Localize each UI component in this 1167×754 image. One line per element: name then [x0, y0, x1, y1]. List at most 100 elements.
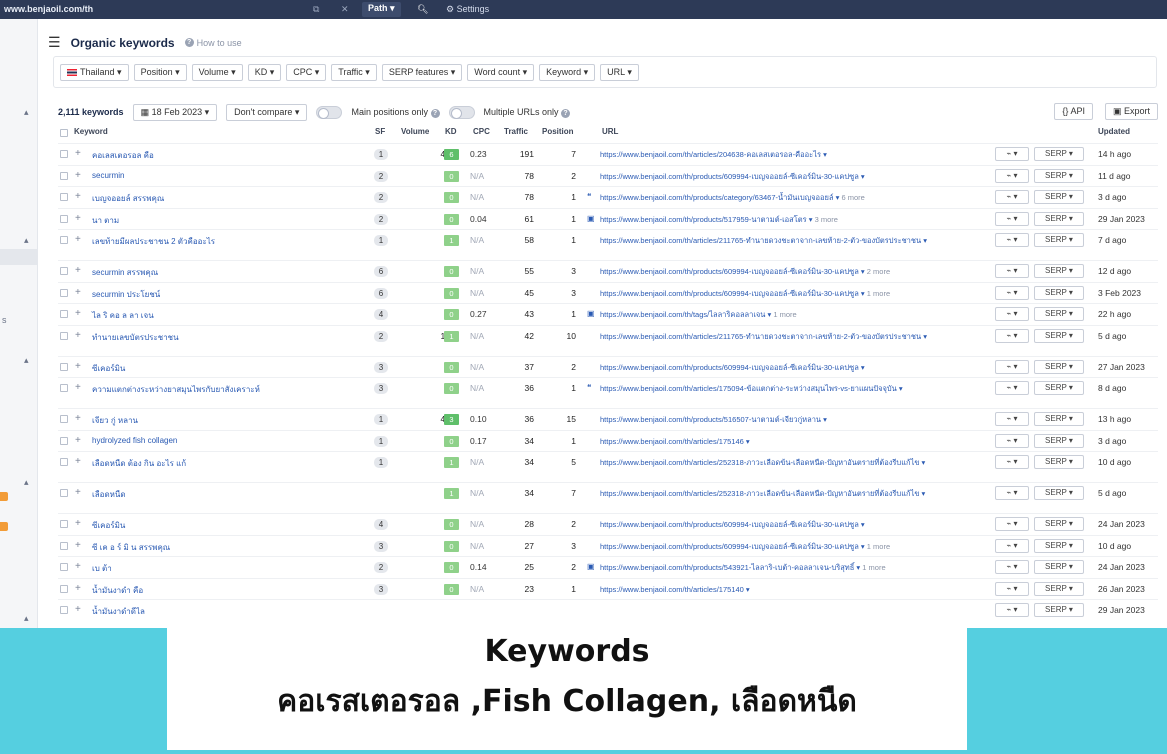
trend-chart-button[interactable]: ⌁ ▾	[995, 412, 1029, 426]
col-traffic[interactable]: Traffic	[504, 127, 528, 136]
url-text[interactable]: https://www.benjaoil.com/th/products/609…	[600, 289, 865, 298]
keyword-link[interactable]: ซีเคอร์มิน	[92, 519, 125, 532]
serp-dropdown[interactable]: SERP ▾	[1034, 603, 1084, 617]
url-text[interactable]: https://www.benjaoil.com/th/articles/252…	[600, 489, 925, 498]
trend-chart-button[interactable]: ⌁ ▾	[995, 486, 1029, 500]
filter-traffic[interactable]: Traffic ▾	[331, 64, 377, 81]
keyword-link[interactable]: เลขท้ายมีผลประชาชน 2 ตัวคืออะไร	[92, 235, 215, 248]
close-icon[interactable]: ✕	[341, 4, 349, 15]
more-urls-link[interactable]: 1 more	[773, 310, 796, 319]
add-to-list-icon[interactable]: +	[75, 561, 81, 572]
ranking-url-link[interactable]: https://www.benjaoil.com/th/articles/204…	[600, 149, 1000, 160]
row-checkbox[interactable]	[60, 584, 68, 593]
keyword-link[interactable]: นา ตาม	[92, 214, 119, 227]
add-to-list-icon[interactable]: +	[75, 518, 81, 529]
keyword-link[interactable]: เลือดหนืด	[92, 488, 126, 501]
add-to-list-icon[interactable]: +	[75, 213, 81, 224]
add-to-list-icon[interactable]: +	[75, 191, 81, 202]
add-to-list-icon[interactable]: +	[75, 583, 81, 594]
row-checkbox[interactable]	[60, 150, 68, 158]
serp-dropdown[interactable]: SERP ▾	[1034, 581, 1084, 596]
keyword-link[interactable]: คอเลสเตอรอล คือ	[92, 149, 154, 162]
row-checkbox[interactable]	[60, 520, 68, 528]
col-kd[interactable]: KD	[445, 127, 457, 136]
keyword-link[interactable]: เบญจออยล์ สรรพคุณ	[92, 192, 164, 205]
trend-chart-button[interactable]: ⌁ ▾	[995, 581, 1029, 596]
row-checkbox[interactable]	[60, 563, 68, 571]
trend-chart-button[interactable]: ⌁ ▾	[995, 211, 1029, 226]
trend-chart-button[interactable]: ⌁ ▾	[995, 233, 1029, 247]
url-text[interactable]: https://www.benjaoil.com/th/tags/ไลลาริค…	[600, 310, 771, 319]
ranking-url-link[interactable]: https://www.benjaoil.com/th/articles/175…	[600, 436, 1000, 447]
serp-dropdown[interactable]: SERP ▾	[1034, 486, 1084, 500]
trend-chart-button[interactable]: ⌁ ▾	[995, 168, 1029, 183]
filter-word-count[interactable]: Word count ▾	[467, 64, 535, 81]
table-row[interactable]: +securmin ประโยชน์63500N/A453https://www…	[58, 281, 1158, 304]
trend-chart-button[interactable]: ⌁ ▾	[995, 328, 1029, 343]
table-row[interactable]: +hydrolyzed fish collagen110000.17341htt…	[58, 429, 1158, 452]
row-checkbox[interactable]	[60, 310, 68, 318]
add-to-list-icon[interactable]: +	[75, 148, 81, 159]
keyword-link[interactable]: ซีเคอร์มิน	[92, 362, 125, 375]
col-keyword[interactable]: Keyword	[74, 127, 108, 136]
url-text[interactable]: https://www.benjaoil.com/th/products/609…	[600, 520, 865, 529]
row-checkbox[interactable]	[60, 267, 68, 275]
keyword-link[interactable]: ความแตกต่างระหว่างยาสมุนไพรกับยาสังเคราะ…	[92, 383, 260, 396]
trend-chart-button[interactable]: ⌁ ▾	[995, 517, 1029, 531]
compare-dropdown[interactable]: Don't compare ▾	[226, 103, 308, 121]
collapse-icon[interactable]: ▴	[24, 355, 29, 366]
col-cpc[interactable]: CPC	[473, 127, 490, 136]
table-row[interactable]: +เลือดหนืด ต้อง กิน อะไร แก้14501N/A345h…	[58, 451, 1158, 482]
table-row[interactable]: +ซีเคอร์มิน42000N/A282https://www.benjao…	[58, 513, 1158, 535]
row-checkbox[interactable]	[60, 606, 68, 614]
keyword-link[interactable]: securmin	[92, 171, 124, 180]
ranking-url-link[interactable]: https://www.benjaoil.com/th/products/517…	[600, 214, 1000, 225]
row-checkbox[interactable]	[60, 331, 68, 340]
serp-dropdown[interactable]: SERP ▾	[1034, 517, 1084, 531]
add-to-list-icon[interactable]: +	[75, 361, 81, 372]
ranking-url-link[interactable]: https://www.benjaoil.com/th/articles/252…	[600, 488, 1000, 499]
add-to-list-icon[interactable]: +	[75, 287, 81, 298]
add-to-list-icon[interactable]: +	[75, 435, 81, 446]
external-link-icon[interactable]: ⧉	[313, 4, 319, 15]
trend-chart-button[interactable]: ⌁ ▾	[995, 560, 1029, 574]
serp-dropdown[interactable]: SERP ▾	[1034, 381, 1084, 395]
add-to-list-icon[interactable]: +	[75, 308, 81, 319]
filter-cpc[interactable]: CPC ▾	[286, 64, 327, 81]
serp-dropdown[interactable]: SERP ▾	[1034, 412, 1084, 426]
keyword-link[interactable]: ซี เค อ ร์ มิ น สรรพคุณ	[92, 541, 170, 554]
table-row[interactable]: +ซีเคอร์มิน32500N/A372https://www.benjao…	[58, 355, 1158, 378]
keyword-link[interactable]: เบ ต้า	[92, 562, 112, 575]
table-row[interactable]: + ความแตกต่างระหว่างยาสมุนไพรกับยาสังเครา…	[58, 377, 1158, 408]
how-to-use-link[interactable]: ? How to use	[184, 38, 242, 48]
trend-chart-button[interactable]: ⌁ ▾	[995, 264, 1029, 278]
table-row[interactable]: +เบ ต้า235000.14252▣https://www.benjaoil…	[58, 556, 1158, 578]
serp-dropdown[interactable]: SERP ▾	[1034, 190, 1084, 204]
trend-chart-button[interactable]: ⌁ ▾	[995, 538, 1029, 553]
serp-dropdown[interactable]: SERP ▾	[1034, 147, 1084, 161]
more-urls-link[interactable]: 6 more	[841, 193, 864, 202]
filter-country[interactable]: Thailand ▾	[60, 64, 129, 81]
url-text[interactable]: https://www.benjaoil.com/th/articles/204…	[600, 150, 827, 159]
add-to-list-icon[interactable]: +	[75, 170, 81, 181]
trend-chart-button[interactable]: ⌁ ▾	[995, 359, 1029, 374]
url-text[interactable]: https://www.benjaoil.com/th/products/516…	[600, 415, 827, 424]
ranking-url-link[interactable]: https://www.benjaoil.com/th/products/609…	[600, 362, 1000, 373]
serp-dropdown[interactable]: SERP ▾	[1034, 433, 1084, 448]
ranking-url-link[interactable]: https://www.benjaoil.com/th/products/609…	[600, 541, 1000, 552]
table-row[interactable]: +นา ตาม240000.04611▣https://www.benjaoil…	[58, 207, 1158, 230]
row-checkbox[interactable]	[60, 436, 68, 445]
path-dropdown[interactable]: Path ▾	[362, 2, 401, 17]
url-text[interactable]: https://www.benjaoil.com/th/products/517…	[600, 215, 813, 224]
more-urls-link[interactable]: 1 more	[867, 289, 890, 298]
export-button[interactable]: ▣ Export	[1104, 103, 1158, 120]
table-row[interactable]: +เจียว กู่ หลาน14.4K30.103615https://www…	[58, 408, 1158, 430]
more-urls-link[interactable]: 3 more	[815, 215, 838, 224]
url-field[interactable]: www.benjaoil.com/th	[4, 4, 93, 14]
row-checkbox[interactable]	[60, 362, 68, 371]
row-checkbox[interactable]	[60, 415, 68, 423]
add-to-list-icon[interactable]: +	[75, 265, 81, 276]
col-volume[interactable]: Volume	[401, 127, 429, 136]
ranking-url-link[interactable]: https://www.benjaoil.com/th/articles/175…	[600, 383, 1000, 394]
serp-dropdown[interactable]: SERP ▾	[1034, 538, 1084, 553]
